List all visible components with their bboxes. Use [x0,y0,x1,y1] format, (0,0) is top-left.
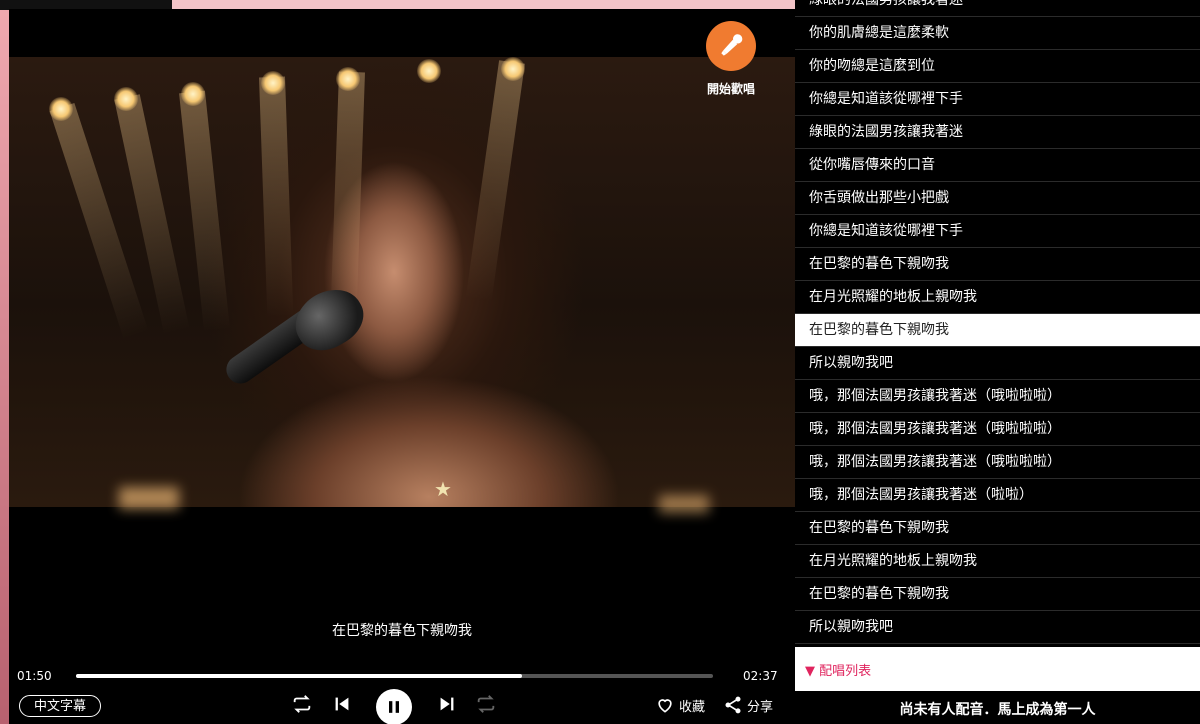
lyric-line[interactable]: 你舌頭做出那些小把戲 [795,182,1200,215]
progress-fill [76,674,522,678]
skip-next-icon [440,697,454,711]
lyrics-list: 綠眼的法國男孩讓我著迷 你的肌膚總是這麼柔軟 你的吻總是這麼到位 你總是知道該從哪裡下… [795,0,1200,644]
light-beam [465,60,525,302]
heart-icon [658,699,672,713]
lyric-line[interactable]: 哦，那個法國男孩讓我著迷（啦啦） [795,479,1200,512]
lyric-line[interactable]: 在月光照耀的地板上親吻我 [795,545,1200,578]
lyric-line[interactable]: 你總是知道該從哪裡下手 [795,83,1200,116]
start-singing-label: 開始歡唱 [706,82,755,96]
share-button[interactable]: 分享 [723,695,773,715]
next-track-button[interactable] [436,693,458,715]
skip-previous-icon [335,697,349,711]
stage-light [49,97,73,121]
lyrics-panel[interactable]: 綠眼的法國男孩讓我著迷 你的肌膚總是這麼柔軟 你的吻總是這麼到位 你總是知道該從哪裡下… [795,0,1200,647]
lyric-line[interactable]: 你的肌膚總是這麼柔軟 [795,17,1200,50]
lyric-line[interactable]: 在巴黎的暮色下親吻我 [795,512,1200,545]
previous-track-button[interactable] [331,693,353,715]
current-time: 01:50 [17,669,52,683]
progress-bar[interactable] [76,674,713,678]
repeat-icon [293,695,311,713]
pause-icon [389,701,399,713]
pause-button[interactable] [376,689,412,724]
favorite-label: 收藏 [679,698,706,714]
shuffle-button[interactable] [475,693,497,715]
warm-light [659,495,709,513]
lyric-line[interactable]: 在巴黎的暮色下親吻我 [795,248,1200,281]
video-player: ★ 開始歡唱 在巴黎的暮色下親吻我 01:50 02:37 中文字幕 收藏 分享 [9,9,795,724]
repeat-button[interactable] [291,693,313,715]
stage-light [417,59,441,83]
lyric-line[interactable]: 所以親吻我吧 [795,611,1200,644]
stage-light [501,57,525,81]
stage-light [261,71,285,95]
necklace-star-icon: ★ [434,477,452,501]
lyric-line[interactable]: 哦，那個法國男孩讓我著迷（哦啦啦啦） [795,413,1200,446]
share-label: 分享 [747,698,774,714]
video-subtitle: 在巴黎的暮色下親吻我 [332,623,472,639]
share-icon [725,696,741,714]
lyric-line-active[interactable]: 在巴黎的暮色下親吻我 [795,314,1200,347]
shuffle-icon [477,695,495,713]
lyric-line[interactable]: 所以親吻我吧 [795,347,1200,380]
warm-light [119,487,179,509]
stage-light [181,82,205,106]
lyric-line[interactable]: 在巴黎的暮色下親吻我 [795,578,1200,611]
total-time: 02:37 [743,669,778,683]
video-frame[interactable]: ★ [9,57,795,513]
lyric-line[interactable]: 哦，那個法國男孩讓我著迷（哦啦啦啦） [795,380,1200,413]
lyric-line[interactable]: 你的吻總是這麼到位 [795,50,1200,83]
start-singing-button[interactable] [706,21,756,71]
subtitle-language-button[interactable]: 中文字幕 [19,695,101,717]
light-beam [330,71,365,313]
light-beam [179,90,231,333]
stage-light [114,87,138,111]
light-beam [259,76,294,318]
lyric-line[interactable]: 綠眼的法國男孩讓我著迷 [795,0,1200,17]
stage-light [336,67,360,91]
lyric-line[interactable]: 你總是知道該從哪裡下手 [795,215,1200,248]
cover-list-header[interactable]: ▼ 配唱列表 [795,647,1200,691]
lyric-line[interactable]: 綠眼的法國男孩讓我著迷 [795,116,1200,149]
favorite-button[interactable]: 收藏 [655,695,705,715]
microphone-head [284,278,374,361]
lyric-line[interactable]: 哦，那個法國男孩讓我著迷（哦啦啦啦） [795,446,1200,479]
cover-list-empty-message: 尚未有人配音．馬上成為第一人 [795,691,1200,724]
lyric-line[interactable]: 從你嘴唇傳來的口音 [795,149,1200,182]
microphone-icon [721,34,743,56]
cover-list-label: ▼ 配唱列表 [805,664,872,679]
lyric-line[interactable]: 在月光照耀的地板上親吻我 [795,281,1200,314]
